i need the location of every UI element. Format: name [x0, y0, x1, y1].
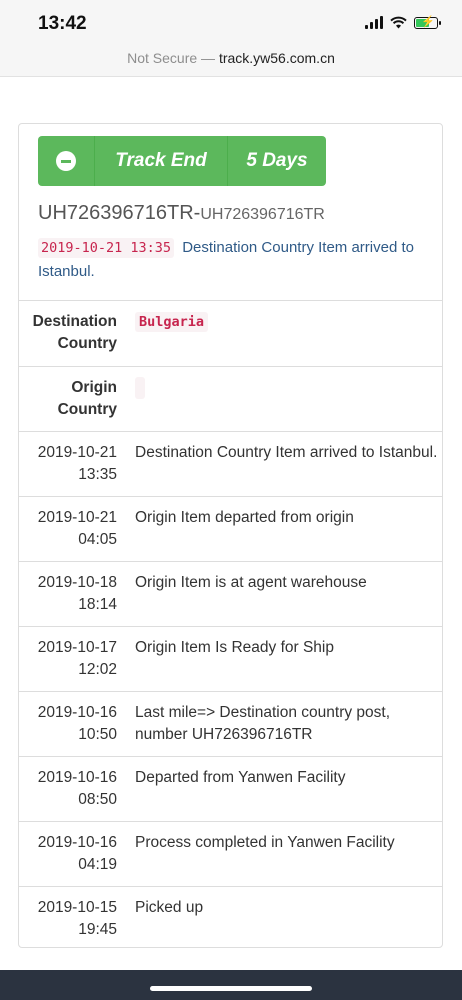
event-row: 2019-10-16 04:19 Process completed in Yanw… [19, 821, 442, 887]
signal-icon [365, 16, 383, 29]
event-date: 2019-10-17 [37, 638, 117, 656]
event-row: 2019-10-16 10:50 Last mile=> Destination c… [19, 691, 442, 757]
events-list: 2019-10-21 13:35 Destination Country Item … [19, 431, 442, 947]
event-datetime: 2019-10-21 13:35 [19, 431, 117, 497]
bottom-toolbar [0, 970, 462, 1000]
tracking-sub-number: UH726396716TR [200, 206, 325, 223]
destination-value-cell: Bulgaria [117, 301, 442, 367]
event-time: 13:35 [78, 465, 117, 483]
event-row: 2019-10-17 12:02 Origin Item Is Ready for … [19, 626, 442, 692]
event-time: 12:02 [78, 660, 117, 678]
origin-label: Origin Country [19, 366, 117, 432]
days-button[interactable]: 5 Days [228, 136, 326, 186]
event-time: 04:05 [78, 530, 117, 548]
event-row: 2019-10-15 19:45 Picked up [19, 886, 442, 947]
event-date: 2019-10-18 [37, 573, 117, 591]
url-domain: track.yw56.com.cn [218, 50, 335, 66]
tracking-header: Track End 5 Days UH726396716TR-UH7263967… [19, 124, 442, 301]
origin-value-cell [117, 366, 442, 432]
event-time: 19:45 [78, 920, 117, 938]
origin-value [135, 376, 145, 399]
status-time: 13:42 [38, 13, 87, 34]
event-date: 2019-10-21 [37, 443, 117, 461]
event-datetime: 2019-10-16 04:19 [19, 821, 117, 887]
latest-time: 2019-10-21 13:35 [38, 238, 175, 258]
origin-row: Origin Country [19, 366, 442, 432]
wifi-icon [390, 16, 407, 29]
event-datetime: 2019-10-16 10:50 [19, 691, 117, 757]
event-date: 2019-10-16 [37, 768, 117, 786]
event-row: 2019-10-21 13:35 Destination Country Item … [19, 431, 442, 497]
tracking-number: UH726396716TR [38, 202, 194, 224]
event-row: 2019-10-21 04:05 Origin Item departed from… [19, 496, 442, 562]
tracking-table: Destination Country Bulgaria Origin Coun… [19, 301, 442, 947]
system-icons: ⚡ [365, 16, 441, 29]
event-time: 18:14 [78, 595, 117, 613]
latest-status: 2019-10-21 13:35 Destination Country Ite… [38, 236, 428, 284]
collapse-button[interactable] [38, 136, 95, 186]
event-description: Last mile=> Destination country post, nu… [117, 691, 442, 757]
status-bar: 13:42 ⚡ [0, 0, 462, 44]
event-datetime: 2019-10-16 08:50 [19, 756, 117, 822]
event-datetime: 2019-10-18 18:14 [19, 561, 117, 627]
event-description: Destination Country Item arrived to Ista… [117, 431, 442, 497]
event-date: 2019-10-16 [37, 703, 117, 721]
event-datetime: 2019-10-15 19:45 [19, 886, 117, 947]
destination-row: Destination Country Bulgaria [19, 301, 442, 367]
event-description: Departed from Yanwen Facility [117, 756, 442, 822]
event-row: 2019-10-16 08:50 Departed from Yanwen Faci… [19, 756, 442, 822]
event-row: 2019-10-18 18:14 Origin Item is at agent w… [19, 561, 442, 627]
destination-label: Destination Country [19, 301, 117, 367]
battery-icon: ⚡ [414, 16, 441, 29]
event-date: 2019-10-15 [37, 898, 117, 916]
event-description: Origin Item Is Ready for Ship [117, 626, 442, 692]
event-time: 08:50 [78, 790, 117, 808]
destination-value: Bulgaria [135, 312, 209, 332]
event-description: Picked up [135, 898, 204, 916]
event-datetime: 2019-10-21 04:05 [19, 496, 117, 562]
event-date: 2019-10-21 [37, 508, 117, 526]
event-time: 10:50 [78, 725, 117, 743]
tracking-number-line: UH726396716TR-UH726396716TR [38, 202, 325, 224]
event-description: Origin Item departed from origin [117, 496, 442, 562]
event-date: 2019-10-16 [37, 833, 117, 851]
event-time: 04:19 [78, 855, 117, 873]
event-datetime: 2019-10-17 12:02 [19, 626, 117, 692]
status-button-group: Track End 5 Days [38, 136, 326, 186]
address-bar[interactable]: Not Secure — track.yw56.com.cn [0, 44, 462, 77]
event-description: Origin Item is at agent warehouse [117, 561, 442, 627]
home-indicator[interactable] [150, 986, 312, 991]
track-end-button[interactable]: Track End [95, 136, 228, 186]
minus-circle-icon [56, 151, 76, 171]
security-label: Not Secure — [127, 50, 216, 66]
tracking-panel: Track End 5 Days UH726396716TR-UH7263967… [18, 123, 443, 948]
event-description: Process completed in Yanwen Facility [117, 821, 442, 887]
